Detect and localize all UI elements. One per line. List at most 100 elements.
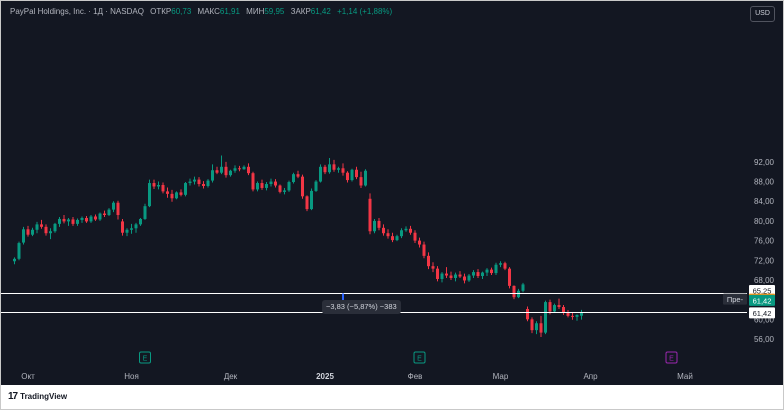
close-value: 61,42	[310, 7, 331, 16]
time-tick-label: Дек	[224, 372, 238, 381]
candle-body	[58, 218, 61, 224]
candle-body	[116, 202, 120, 216]
candle-body	[152, 183, 156, 187]
candle	[575, 314, 579, 321]
price-tick-label: 56,00	[754, 335, 775, 344]
earnings-icon[interactable]: E	[665, 351, 678, 364]
candle-body	[112, 202, 115, 210]
candle	[71, 216, 75, 226]
candle-body	[224, 166, 228, 176]
candle	[206, 179, 210, 188]
candle-body	[233, 168, 237, 171]
candle	[238, 165, 241, 172]
candle-body	[490, 269, 493, 274]
candle	[202, 181, 205, 189]
premarket-prefix: Пре-	[727, 295, 744, 304]
candle	[512, 285, 516, 300]
candle	[436, 266, 439, 282]
candle-body	[71, 219, 75, 224]
candle	[553, 303, 556, 313]
candle	[476, 269, 480, 278]
earnings-icon[interactable]: E	[139, 351, 151, 364]
earnings-icon[interactable]: E	[413, 351, 426, 364]
price-tick-label: 72,00	[754, 256, 775, 265]
candle-body	[206, 180, 210, 186]
candle	[341, 163, 345, 176]
candle	[278, 184, 282, 194]
candle-body	[422, 244, 426, 256]
candle	[98, 212, 102, 221]
candle-body	[26, 229, 30, 235]
candle-body	[166, 191, 169, 194]
currency-button[interactable]: USD	[750, 6, 775, 22]
candle	[409, 225, 412, 235]
candle-body	[17, 243, 21, 259]
candle-body	[512, 285, 516, 298]
time-tick-label: 2025	[316, 372, 334, 381]
candle	[287, 180, 291, 192]
candle	[22, 226, 25, 245]
candle	[395, 234, 399, 242]
candle	[454, 272, 457, 282]
candle	[314, 180, 318, 192]
candle	[292, 172, 295, 184]
candle-body	[373, 220, 376, 232]
candle	[503, 261, 507, 271]
candle-body	[544, 302, 547, 333]
candle-body	[337, 168, 340, 170]
candle-body	[260, 183, 264, 188]
candle-body	[386, 233, 390, 237]
candle	[391, 232, 394, 243]
candle-body	[98, 213, 102, 220]
chart-canvas[interactable]: 92,0088,0084,0080,0076,0072,0068,0060,00…	[1, 1, 783, 385]
candle	[188, 178, 192, 186]
candle-body	[76, 219, 79, 224]
candle-body	[350, 169, 354, 181]
candle	[193, 176, 196, 185]
candle-body	[238, 168, 241, 170]
candle-body	[193, 179, 196, 182]
footer-bar: 17 TradingView	[1, 385, 783, 409]
candle-body	[157, 185, 160, 187]
chart-window[interactable]: 92,00 88,00 84,00 80,00 76,00 72,00 68,00 60,00…	[0, 0, 784, 410]
candle	[67, 217, 70, 226]
candle	[386, 229, 390, 239]
candle-body	[107, 209, 111, 216]
symbol-title[interactable]: PayPal Holdings, Inc. · 1Д · NASDAQ	[10, 7, 144, 16]
candle	[148, 179, 151, 208]
tradingview-logo[interactable]: 17 TradingView	[8, 391, 67, 402]
candle	[283, 187, 286, 195]
candle-body	[530, 319, 534, 331]
candle-body	[494, 264, 498, 274]
candle-body	[292, 174, 295, 183]
candle-body	[256, 183, 259, 190]
candle-body	[22, 229, 25, 243]
candle	[458, 271, 462, 278]
candle-body	[179, 192, 183, 195]
candle-body	[103, 213, 106, 216]
earnings-markers[interactable]: EEE	[139, 351, 678, 364]
candle	[404, 226, 408, 232]
candle	[319, 164, 322, 183]
candle-body	[148, 183, 151, 207]
candle-body	[463, 276, 466, 281]
candle-body	[67, 219, 70, 222]
candle	[197, 177, 201, 187]
candle	[440, 272, 444, 283]
candle-body	[53, 223, 57, 232]
candle	[296, 170, 300, 179]
time-tick-label: Ноя	[124, 372, 139, 381]
candle	[80, 216, 84, 223]
candle-body	[431, 266, 435, 269]
candle-body	[476, 272, 480, 277]
candle-body	[436, 268, 439, 279]
time-axis[interactable]: Окт Ноя Дек 2025 Фев Мар Апр Май	[21, 372, 693, 381]
candle	[310, 188, 313, 211]
candle-body	[89, 216, 93, 222]
candle-body	[472, 272, 475, 276]
candle	[40, 219, 43, 229]
candle	[418, 237, 421, 248]
candle	[274, 179, 277, 188]
price-tick-label: 84,00	[754, 197, 775, 206]
candle	[161, 182, 165, 194]
